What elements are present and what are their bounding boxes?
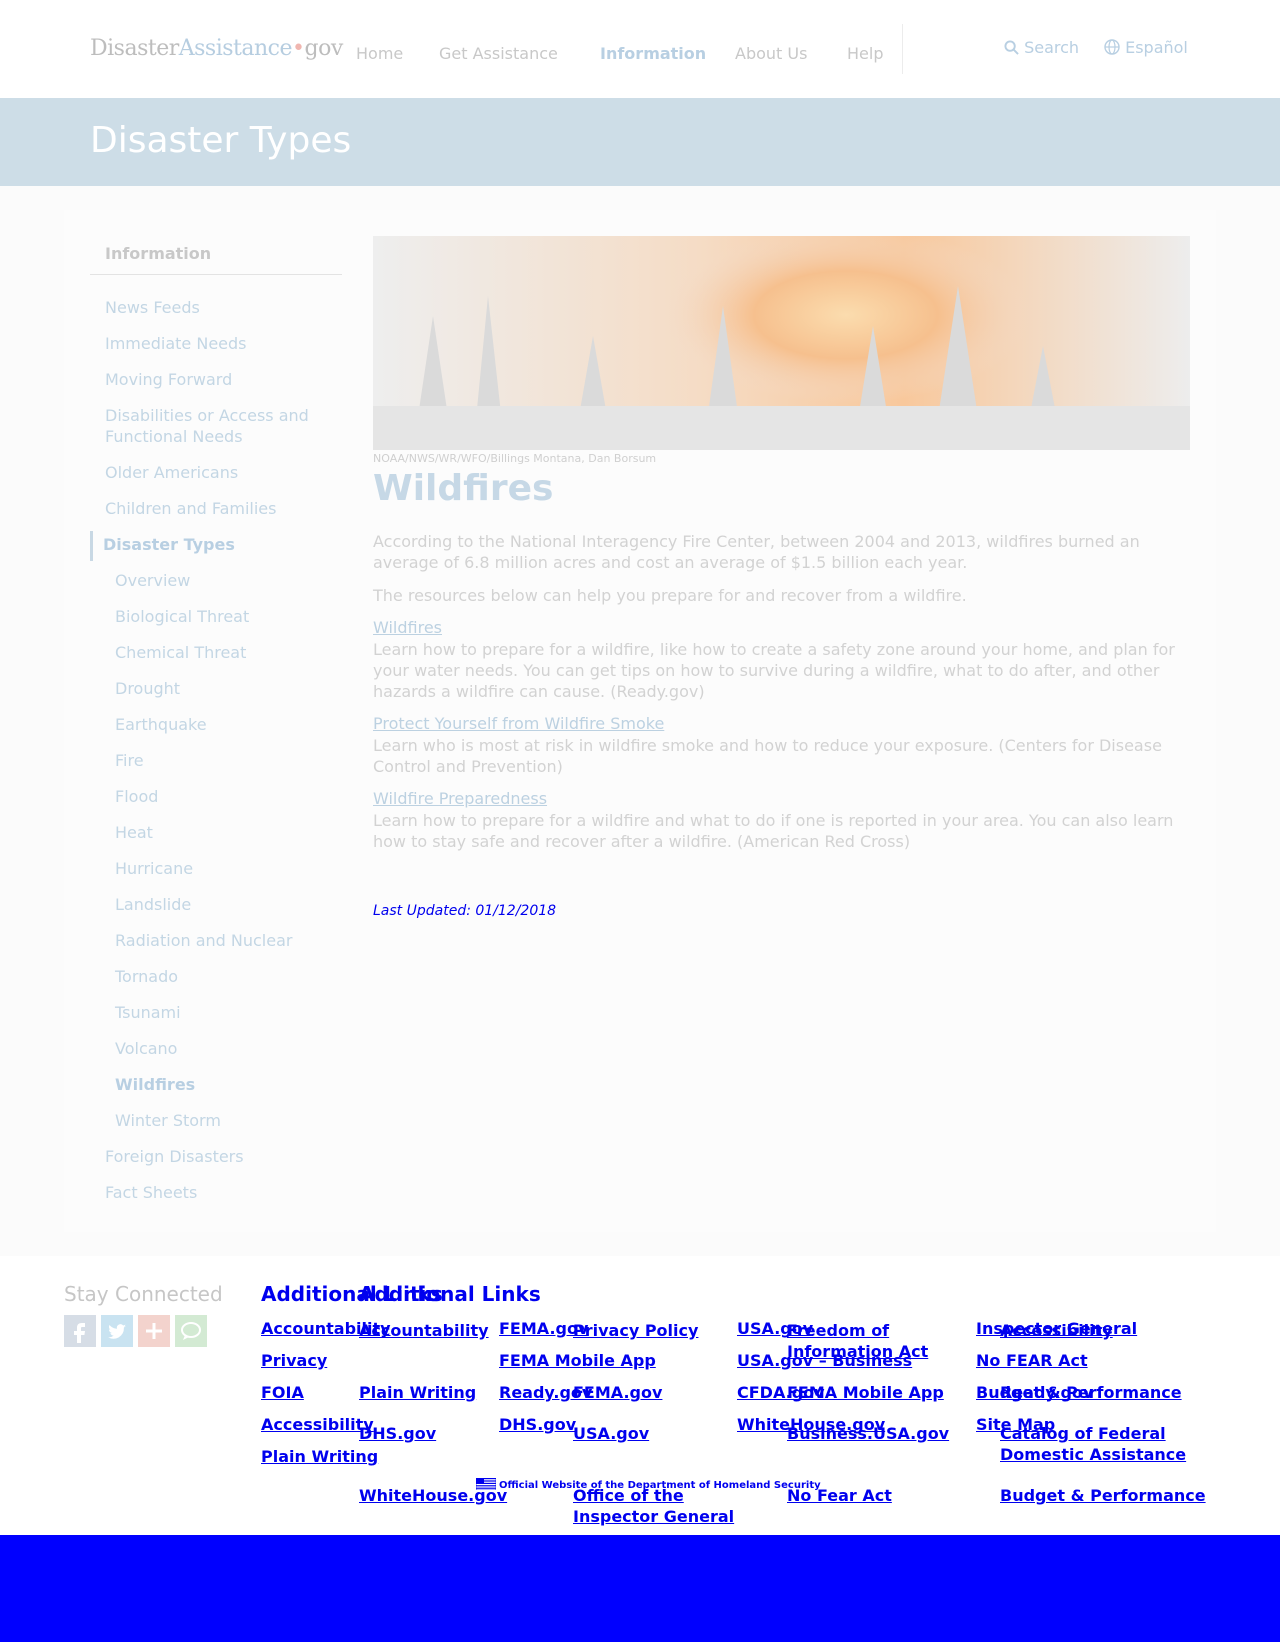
- page-title: Disaster Types: [90, 120, 352, 161]
- footer-link-b-dhs-gov[interactable]: DHS.gov: [359, 1423, 436, 1444]
- globe-icon: [1104, 38, 1120, 57]
- sidebar-subitem-fire[interactable]: Fire: [115, 750, 144, 771]
- sidebar-item-foreign-disasters[interactable]: Foreign Disasters: [105, 1146, 244, 1167]
- sidebar-subitem-chemical-threat[interactable]: Chemical Threat: [115, 642, 246, 663]
- logo-text-assistance: Assistance: [178, 36, 293, 61]
- sidebar-subitem-overview[interactable]: Overview: [115, 570, 190, 591]
- language-toggle[interactable]: Español: [1104, 38, 1188, 57]
- footer-bottom-bar: [0, 1535, 1280, 1642]
- footer-link-b-budget-performance[interactable]: Budget & Performance: [1000, 1485, 1206, 1506]
- facebook-icon[interactable]: [64, 1315, 96, 1347]
- resource-desc-wildfire-preparedness: Learn how to prepare for a wildfire and …: [373, 811, 1174, 851]
- footer-link-privacy[interactable]: Privacy: [261, 1350, 327, 1371]
- footer-link-b-privacy-policy[interactable]: Privacy Policy: [573, 1320, 698, 1341]
- intro-paragraph: According to the National Interagency Fi…: [373, 532, 1140, 572]
- image-credit: NOAA/NWS/WR/WFO/Billings Montana, Dan Bo…: [373, 452, 657, 465]
- sidebar-item-older-americans[interactable]: Older Americans: [105, 462, 238, 483]
- nav-about-us[interactable]: About Us: [735, 44, 807, 63]
- footer-link-foia[interactable]: FOIA: [261, 1382, 304, 1403]
- article-title: Wildfires: [373, 468, 554, 509]
- nav-get-assistance[interactable]: Get Assistance: [439, 44, 558, 63]
- search-icon: [1004, 38, 1019, 57]
- resource-desc-wildfires: Learn how to prepare for a wildfire, lik…: [373, 640, 1175, 701]
- sidebar-item-disaster-types[interactable]: Disaster Types: [103, 534, 235, 555]
- sidebar-item-fact-sheets[interactable]: Fact Sheets: [105, 1182, 197, 1203]
- us-flag-icon: [475, 1477, 499, 1491]
- sidebar-subitem-winter-storm[interactable]: Winter Storm: [115, 1110, 221, 1131]
- footer-link-b-plain-writing[interactable]: Plain Writing: [359, 1382, 476, 1403]
- sidebar-item-children-families[interactable]: Children and Families: [105, 498, 276, 519]
- site-logo[interactable]: DisasterAssistance•gov: [90, 36, 343, 61]
- footer-link-b-accessibility[interactable]: Accessibility: [1000, 1320, 1113, 1341]
- nav-information[interactable]: Information: [600, 44, 706, 63]
- sidebar-item-disabilities[interactable]: Disabilities or Access and Functional Ne…: [105, 405, 335, 447]
- search-label: Search: [1024, 38, 1080, 57]
- sidebar-subitem-biological-threat[interactable]: Biological Threat: [115, 606, 249, 627]
- resource-link-wildfire-preparedness[interactable]: Wildfire Preparedness: [373, 789, 547, 808]
- google-plus-icon[interactable]: [138, 1315, 170, 1347]
- twitter-icon[interactable]: [101, 1315, 133, 1347]
- footer-link-b-accountability[interactable]: Accountability: [359, 1320, 489, 1341]
- sidebar-subitem-wildfires[interactable]: Wildfires: [115, 1074, 195, 1095]
- footer-link-no-fear-act[interactable]: No FEAR Act: [976, 1350, 1088, 1371]
- footer-link-b-fema-gov[interactable]: FEMA.gov: [573, 1382, 662, 1403]
- footer-link-dhs-gov[interactable]: DHS.gov: [499, 1414, 576, 1435]
- sidebar-subitem-landslide[interactable]: Landslide: [115, 894, 191, 915]
- comment-icon[interactable]: [175, 1315, 207, 1347]
- footer-link-b-usa-gov[interactable]: USA.gov: [573, 1423, 649, 1444]
- sidebar-subitem-tsunami[interactable]: Tsunami: [115, 1002, 181, 1023]
- sidebar-item-moving-forward[interactable]: Moving Forward: [105, 369, 232, 390]
- sidebar-subitem-radiation-nuclear[interactable]: Radiation and Nuclear: [115, 930, 292, 951]
- resource-desc-wildfire-smoke: Learn who is most at risk in wildfire sm…: [373, 736, 1162, 776]
- footer-link-b-fema-mobile-app[interactable]: FEMA Mobile App: [787, 1382, 944, 1403]
- language-label: Español: [1125, 38, 1188, 57]
- additional-links-heading-overlay: Additional Links: [359, 1282, 541, 1306]
- footer-link-b-freedom-information-act[interactable]: Freedom of Information Act: [787, 1320, 937, 1362]
- sidebar-subitem-hurricane[interactable]: Hurricane: [115, 858, 193, 879]
- sidebar-subitem-flood[interactable]: Flood: [115, 786, 158, 807]
- sidebar-heading: Information: [105, 244, 212, 263]
- sidebar-subitem-earthquake[interactable]: Earthquake: [115, 714, 207, 735]
- sidebar-item-immediate-needs[interactable]: Immediate Needs: [105, 333, 247, 354]
- footer-link-b-ready-gov[interactable]: Ready.gov: [1000, 1382, 1093, 1403]
- sidebar-subitem-drought[interactable]: Drought: [115, 678, 180, 699]
- sidebar-subitem-tornado[interactable]: Tornado: [115, 966, 178, 987]
- footer-link-accessibility[interactable]: Accessibility: [261, 1414, 374, 1435]
- resource-link-wildfires[interactable]: Wildfires: [373, 618, 442, 637]
- search-link[interactable]: Search: [1004, 38, 1079, 57]
- page-banner: Disaster Types: [0, 98, 1280, 186]
- nav-divider: [902, 24, 903, 74]
- official-website-text: Official Website of the Department of Ho…: [499, 1480, 821, 1491]
- sidebar-divider: [90, 274, 342, 275]
- footer-link-b-catalog-federal-assistance[interactable]: Catalog of Federal Domestic Assistance: [1000, 1423, 1190, 1465]
- official-website-notice: Official Website of the Department of Ho…: [475, 1477, 821, 1491]
- wildfire-hero-image: [373, 236, 1190, 450]
- footer-link-fema-mobile-app[interactable]: FEMA Mobile App: [499, 1350, 656, 1371]
- sidebar-subitem-volcano[interactable]: Volcano: [115, 1038, 177, 1059]
- nav-home[interactable]: Home: [356, 44, 403, 63]
- logo-text-gov: gov: [304, 36, 344, 61]
- resource-link-wildfire-smoke[interactable]: Protect Yourself from Wildfire Smoke: [373, 714, 664, 733]
- logo-text-disaster: Disaster: [90, 36, 179, 61]
- sidebar-subitem-heat[interactable]: Heat: [115, 822, 153, 843]
- footer-link-b-office-inspector-general[interactable]: Office of the Inspector General: [573, 1485, 743, 1527]
- logo-dot: •: [292, 36, 305, 61]
- last-updated: Last Updated: 01/12/2018: [373, 903, 557, 919]
- nav-help[interactable]: Help: [847, 44, 883, 63]
- sidebar-active-indicator: [90, 531, 93, 561]
- footer-link-b-business-usa-gov[interactable]: Business.USA.gov: [787, 1423, 949, 1444]
- sidebar-item-news-feeds[interactable]: News Feeds: [105, 297, 200, 318]
- site-header: DisasterAssistance•gov Home Get Assistan…: [0, 0, 1280, 98]
- footer-link-plain-writing[interactable]: Plain Writing: [261, 1446, 378, 1467]
- stay-connected-heading: Stay Connected: [64, 1282, 223, 1306]
- intro-paragraph-2: The resources below can help you prepare…: [373, 586, 967, 605]
